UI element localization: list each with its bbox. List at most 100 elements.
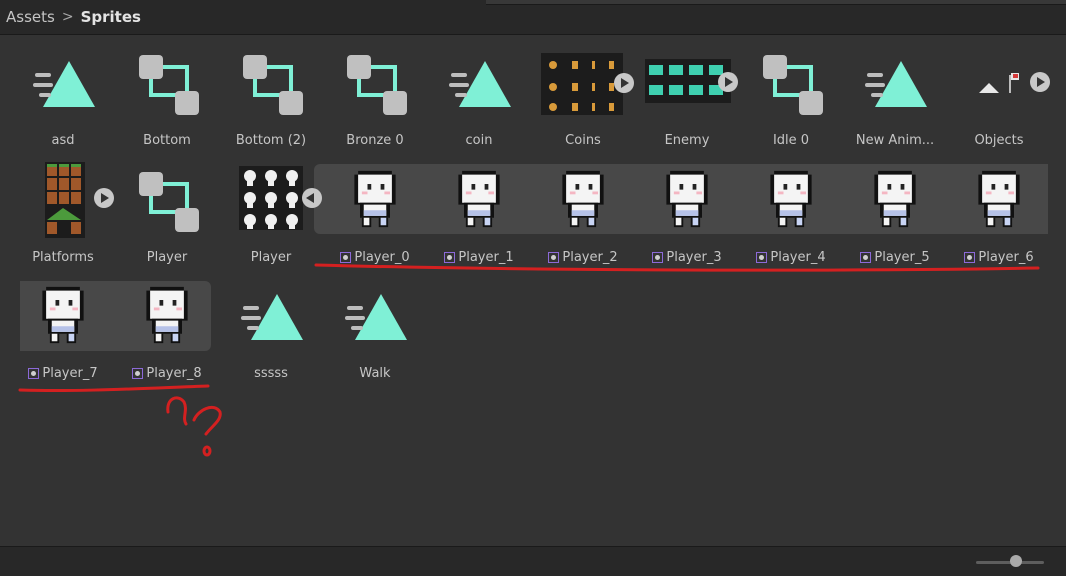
sprite-name: Player_6: [978, 250, 1034, 265]
breadcrumb: Assets > Sprites: [6, 8, 141, 26]
player-sprite-icon: [761, 164, 821, 234]
asset-label: Idle 0: [772, 133, 810, 148]
asset-item[interactable]: Player: [115, 162, 219, 272]
player-sprite-icon: [449, 164, 509, 234]
animation-clip-icon: [241, 288, 305, 352]
coins-sprite-sheet-icon: [541, 53, 623, 115]
player-sprite-icon: [865, 164, 925, 234]
sprite-name: Player_1: [458, 250, 514, 265]
sprite-item[interactable]: Player_4: [739, 162, 843, 272]
animator-controller-icon: [137, 53, 201, 117]
sprite-item[interactable]: Player_7: [11, 278, 115, 388]
expand-subassets-button[interactable]: [614, 73, 634, 93]
sprite-subasset-icon: [652, 252, 664, 263]
animator-controller-icon: [137, 170, 201, 234]
sprite-subasset-icon: [964, 252, 976, 263]
animator-controller-icon: [345, 53, 409, 117]
breadcrumb-sprites[interactable]: Sprites: [81, 8, 141, 26]
sprite-item[interactable]: Player_0: [323, 162, 427, 272]
asset-label: asd: [51, 133, 75, 148]
player-sprite-icon: [553, 164, 613, 234]
asset-label: Bottom: [143, 133, 191, 148]
asset-label: coin: [465, 133, 493, 148]
asset-item[interactable]: Idle 0: [739, 45, 843, 155]
player-sprite-icon: [33, 280, 93, 350]
sprite-name: Player_7: [42, 366, 98, 381]
sprite-item[interactable]: Player_5: [843, 162, 947, 272]
expand-subassets-button[interactable]: [1030, 72, 1050, 92]
asset-item[interactable]: Platforms: [11, 162, 115, 272]
asset-label: Player: [250, 250, 292, 265]
asset-item[interactable]: asd: [11, 45, 115, 155]
animator-controller-icon: [761, 53, 825, 117]
asset-label: Walk: [359, 366, 391, 381]
sprite-subasset-icon: [340, 252, 352, 263]
collapse-subassets-button[interactable]: [302, 188, 322, 208]
asset-label: Player: [146, 250, 188, 265]
animator-controller-icon: [241, 53, 305, 117]
asset-item[interactable]: Player: [219, 162, 323, 272]
breadcrumb-separator: >: [61, 9, 74, 25]
breadcrumb-assets[interactable]: Assets: [6, 8, 55, 26]
sprite-subasset-icon: [860, 252, 872, 263]
asset-label: Bottom (2): [235, 133, 307, 148]
objects-sprite-sheet-icon: [979, 73, 1019, 93]
asset-label: Bronze 0: [346, 133, 404, 148]
sprite-subasset-icon: [444, 252, 456, 263]
sprite-subasset-icon: [132, 368, 144, 379]
sprite-item[interactable]: Player_6: [947, 162, 1051, 272]
animation-clip-icon: [345, 288, 409, 352]
top-bar: Assets > Sprites: [0, 0, 1066, 35]
sprite-subasset-icon: [28, 368, 40, 379]
toolbar-strip: [486, 0, 1066, 5]
asset-item[interactable]: Objects: [947, 45, 1051, 155]
asset-label: Platforms: [32, 250, 94, 265]
sprite-label: Player_2: [531, 250, 635, 265]
sprite-name: Player_3: [666, 250, 722, 265]
player-sprite-icon: [657, 164, 717, 234]
sprite-subasset-icon: [548, 252, 560, 263]
player-sprite-icon: [345, 164, 405, 234]
animation-clip-icon: [865, 55, 929, 119]
player-sprite-sheet-icon: [239, 166, 303, 230]
asset-item[interactable]: Coins: [531, 45, 635, 155]
asset-item[interactable]: sssss: [219, 278, 323, 388]
sprite-label: Player_1: [427, 250, 531, 265]
asset-label: New Anim...: [855, 133, 935, 148]
sprite-name: Player_4: [770, 250, 826, 265]
sprite-name: Player_2: [562, 250, 618, 265]
asset-item[interactable]: Bottom: [115, 45, 219, 155]
sprite-label: Player_5: [843, 250, 947, 265]
sprite-name: Player_8: [146, 366, 202, 381]
sprite-item[interactable]: Player_8: [115, 278, 219, 388]
asset-item[interactable]: New Anim...: [843, 45, 947, 155]
sprite-item[interactable]: Player_2: [531, 162, 635, 272]
sprite-label: Player_6: [947, 250, 1051, 265]
sprite-label: Player_4: [739, 250, 843, 265]
player-sprite-icon: [969, 164, 1029, 234]
sprite-label: Player_0: [323, 250, 427, 265]
animation-clip-icon: [449, 55, 513, 119]
asset-item[interactable]: Enemy: [635, 45, 739, 155]
footer-bar: [0, 546, 1066, 576]
platforms-sprite-sheet-icon: [45, 162, 85, 238]
asset-label: Objects: [974, 133, 1024, 148]
sprite-name: Player_0: [354, 250, 410, 265]
expand-subassets-button[interactable]: [718, 72, 738, 92]
zoom-slider-handle[interactable]: [1010, 555, 1022, 567]
player-sprite-icon: [137, 280, 197, 350]
asset-label: Enemy: [664, 133, 710, 148]
animation-clip-icon: [33, 55, 97, 119]
asset-item[interactable]: Bronze 0: [323, 45, 427, 155]
sprite-subasset-icon: [756, 252, 768, 263]
asset-item[interactable]: Bottom (2): [219, 45, 323, 155]
sprite-label: Player_3: [635, 250, 739, 265]
asset-label: Coins: [565, 133, 601, 148]
asset-item[interactable]: Walk: [323, 278, 427, 388]
sprite-name: Player_5: [874, 250, 930, 265]
sprite-label: Player_8: [115, 366, 219, 381]
sprite-item[interactable]: Player_1: [427, 162, 531, 272]
asset-item[interactable]: coin: [427, 45, 531, 155]
sprite-item[interactable]: Player_3: [635, 162, 739, 272]
expand-subassets-button[interactable]: [94, 188, 114, 208]
